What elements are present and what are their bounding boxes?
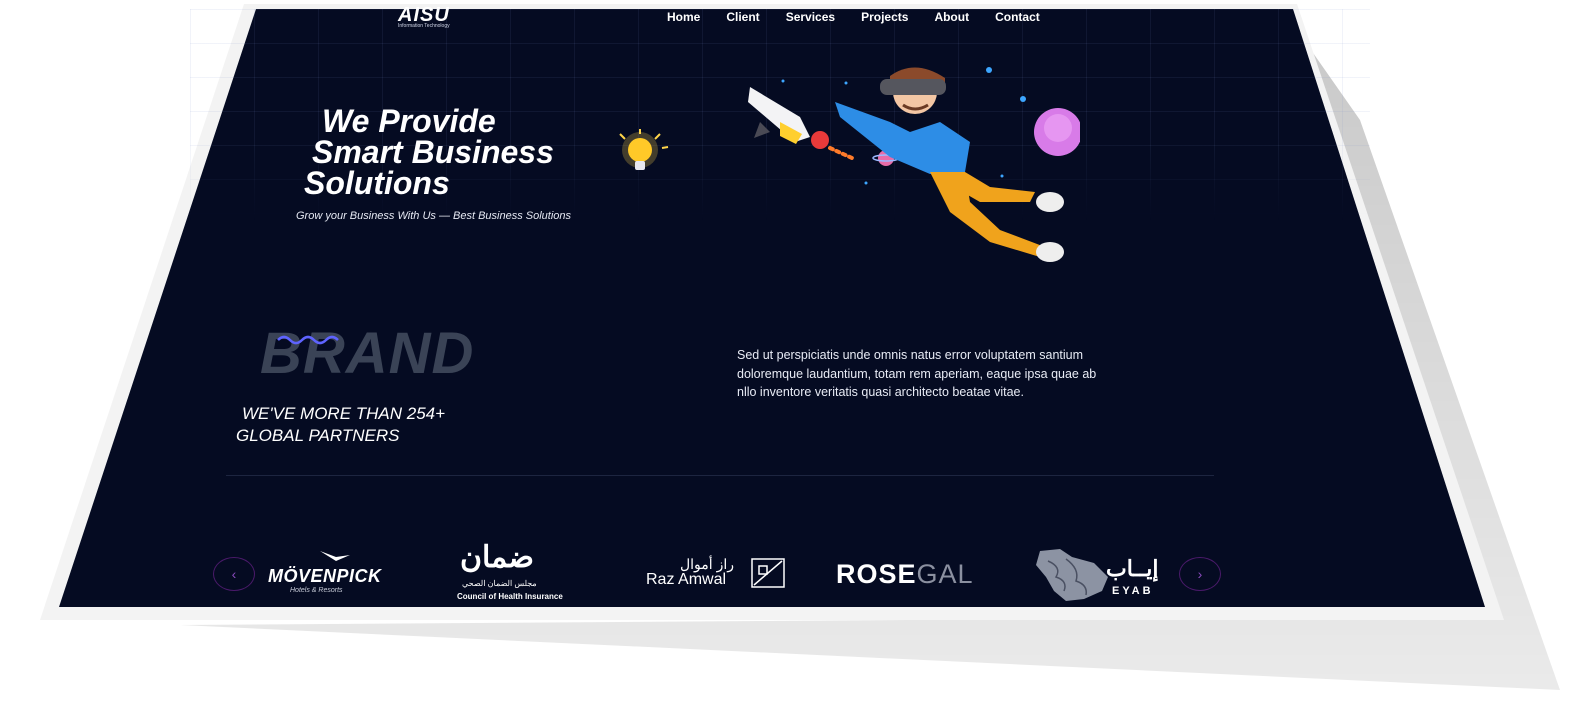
brand-watermark: BRAND xyxy=(260,321,475,386)
hero-title-line-1: We Provide xyxy=(322,103,496,139)
brand-paragraph: Sed ut perspiciatis unde omnis natus err… xyxy=(737,348,1097,399)
nav-services[interactable]: Services xyxy=(786,10,835,24)
rosegal-light: GAL xyxy=(916,559,974,589)
partners-line-2: GLOBAL PARTNERS xyxy=(236,426,400,445)
main-nav: Home Client Services Projects About Cont… xyxy=(667,10,1040,24)
carousel-next-button[interactable]: › xyxy=(1179,557,1221,591)
partners-line-1: WE'VE MORE THAN 254+ xyxy=(242,404,446,423)
hero-illustration-vr-man xyxy=(748,67,1080,262)
squiggle-decoration xyxy=(277,335,339,345)
hero-title-line-2: Smart Business xyxy=(312,134,554,170)
client-logo-eyab-arabic: إيــاب xyxy=(1106,556,1159,581)
client-logo-rosegal: ROSEGAL xyxy=(836,559,974,590)
client-logo-movenpick-sub: Hotels & Resorts xyxy=(290,587,343,594)
raz-amwal-mark-icon xyxy=(751,558,785,588)
client-logo-damaan-arabic-sub: مجلس الضمان الصحي xyxy=(462,579,537,588)
carousel-prev-button[interactable]: ‹ xyxy=(213,557,255,591)
nav-projects[interactable]: Projects xyxy=(861,10,908,24)
chevron-right-icon: › xyxy=(1197,566,1203,582)
nav-client[interactable]: Client xyxy=(726,10,759,24)
hero-title-line-3: Solutions xyxy=(304,165,450,201)
rosegal-bold: ROSE xyxy=(836,559,917,589)
client-logo-eyab-english: EYAB xyxy=(1112,585,1154,597)
client-logo-movenpick: MÖVENPICK xyxy=(268,566,382,586)
eyab-map-icon xyxy=(1036,549,1108,601)
client-logo-raz-english: Raz Amwal xyxy=(646,571,727,588)
client-logo-damaan-arabic: ضمان xyxy=(460,541,534,574)
lightbulb-icon xyxy=(619,129,669,170)
chevron-left-icon: ‹ xyxy=(231,566,237,582)
hero-tagline: Grow your Business With Us — Best Busine… xyxy=(296,210,572,222)
section-divider xyxy=(226,475,1214,476)
nav-contact[interactable]: Contact xyxy=(995,10,1040,24)
client-logo-damaan-english: Council of Health Insurance xyxy=(457,592,563,601)
logo-subtitle: Information Technology xyxy=(398,23,450,29)
site-logo[interactable]: AISU Information Technology xyxy=(398,4,450,29)
nav-home[interactable]: Home xyxy=(667,10,700,24)
movenpick-bird-icon xyxy=(320,551,350,561)
nav-about[interactable]: About xyxy=(934,10,969,24)
